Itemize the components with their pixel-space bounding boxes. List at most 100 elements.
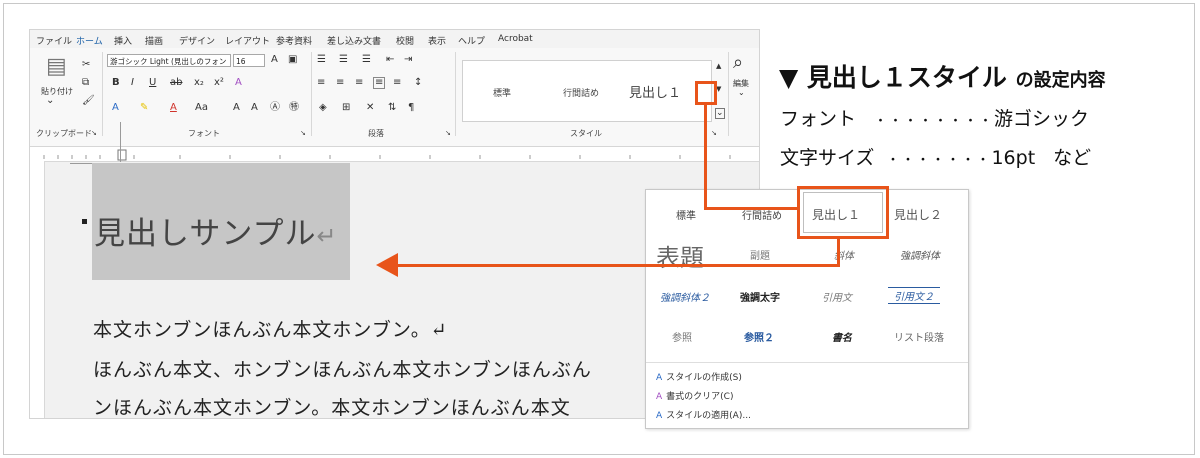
shrink-font-size-icon[interactable]: A xyxy=(251,103,258,113)
shading-icon[interactable]: ◈ xyxy=(319,103,327,113)
arrowhead-icon xyxy=(376,253,398,277)
highlighter-icon[interactable]: ✎ xyxy=(140,103,148,113)
increase-indent-icon[interactable]: ⇥ xyxy=(404,55,412,65)
tab-mailings[interactable]: 差し込み文書 xyxy=(327,34,381,47)
divider xyxy=(102,52,103,136)
style-heading2[interactable]: 見出し２ xyxy=(894,206,942,223)
font-value: 游ゴシック xyxy=(994,108,1090,130)
enclose-char-icon[interactable]: ㊕ xyxy=(289,103,299,113)
style-normal[interactable]: 標準 xyxy=(676,207,696,222)
tab-help[interactable]: ヘルプ xyxy=(458,34,485,47)
paste-icon[interactable]: ▤ xyxy=(46,56,67,78)
create-style-command[interactable]: A スタイルの作成(S) xyxy=(656,370,742,383)
chevron-down-icon[interactable]: ⌄ xyxy=(46,96,54,106)
style-intense-emphasis[interactable]: 強調斜体 xyxy=(900,247,940,262)
tab-review[interactable]: 校閲 xyxy=(396,34,414,47)
search-icon[interactable]: ⌕ xyxy=(733,54,743,72)
gallery-more-highlight xyxy=(695,81,717,105)
heading-sample[interactable]: 見出しサンプル↵ xyxy=(94,208,338,253)
align-left-icon[interactable]: ≡ xyxy=(317,78,325,88)
clear-format-icon[interactable]: ▣ xyxy=(288,55,297,65)
vertical-ruler[interactable] xyxy=(30,161,45,418)
show-marks-icon[interactable]: ¶ xyxy=(408,103,414,113)
copy-icon[interactable]: ⧉ xyxy=(82,78,89,88)
ruler-ticks xyxy=(43,149,731,161)
dialog-launcher-icon[interactable]: ↘ xyxy=(300,128,306,138)
pilcrow-mark: ↵ xyxy=(316,222,338,250)
style-book-title[interactable]: 書名 xyxy=(832,329,852,344)
style-strong[interactable]: 強調太字 xyxy=(740,289,780,304)
body-line: ほんぶん本文、ホンブンほんぶん本文ホンブンほんぶん xyxy=(93,359,592,381)
borders-icon[interactable]: ⊞ xyxy=(342,103,350,113)
style-heading1[interactable]: 見出し１ xyxy=(629,82,681,101)
superscript-icon[interactable]: x² xyxy=(214,78,224,88)
numbering-icon[interactable]: ☰ xyxy=(339,55,348,65)
dialog-launcher-icon[interactable]: ↘ xyxy=(711,128,717,138)
tab-insert[interactable]: 挿入 xyxy=(114,34,132,47)
cut-icon[interactable]: ✂ xyxy=(82,60,90,70)
font-color-icon[interactable]: A xyxy=(170,103,177,113)
dialog-launcher-icon[interactable]: ↘ xyxy=(445,128,451,138)
format-painter-icon[interactable]: 🖌 xyxy=(82,96,95,106)
tab-draw[interactable]: 描画 xyxy=(145,34,163,47)
crop-mark xyxy=(120,122,121,162)
chevron-down-icon[interactable]: ⌄ xyxy=(738,88,745,98)
asian-layout-icon[interactable]: ✕ xyxy=(366,103,374,113)
style-no-spacing[interactable]: 行間詰め xyxy=(563,86,599,99)
tab-layout[interactable]: レイアウト xyxy=(225,34,270,47)
font-name-select[interactable]: 游ゴシック Light (見出しのフォン xyxy=(107,54,231,67)
style-quote[interactable]: 引用文 xyxy=(822,289,852,304)
heading-bullet-mark xyxy=(82,219,87,224)
style-intense-quote[interactable]: 引用文２ xyxy=(888,287,940,304)
text-effects-icon[interactable]: A xyxy=(235,78,242,88)
text-effect-icon[interactable]: A xyxy=(112,103,119,113)
strikethrough-icon[interactable]: ab xyxy=(170,78,182,88)
align-right-icon[interactable]: ≡ xyxy=(355,78,363,88)
style-list-paragraph[interactable]: リスト段落 xyxy=(894,329,944,344)
tab-design[interactable]: デザイン xyxy=(179,34,215,47)
size-label: 文字サイズ xyxy=(780,147,875,169)
tab-file[interactable]: ファイル xyxy=(36,34,72,47)
italic-icon[interactable]: I xyxy=(131,78,134,88)
subscript-icon[interactable]: x₂ xyxy=(194,78,204,88)
grow-font-icon[interactable]: A xyxy=(271,55,278,65)
clear-formatting-icon: A xyxy=(656,392,663,402)
style-subtitle[interactable]: 副題 xyxy=(750,247,770,262)
bullets-icon[interactable]: ☰ xyxy=(317,55,326,65)
align-center-icon[interactable]: ≡ xyxy=(336,78,344,88)
body-line: 本文ホンブンほんぶん本文ホンブン。↵ xyxy=(93,319,448,341)
horizontal-ruler[interactable] xyxy=(30,147,759,162)
clear-formatting-command[interactable]: A 書式のクリア(C) xyxy=(656,389,733,402)
grow-font-size-icon[interactable]: A xyxy=(233,103,240,113)
tab-acrobat[interactable]: Acrobat xyxy=(498,34,533,44)
distributed-icon[interactable]: ≡ xyxy=(393,78,401,88)
callout-connector xyxy=(704,105,707,210)
scroll-up-icon[interactable]: ▲ xyxy=(716,61,721,71)
justify-icon[interactable]: ≡ xyxy=(373,77,386,89)
phonetic-guide-icon[interactable]: Ⓐ xyxy=(270,103,280,113)
sort-icon[interactable]: ⇅ xyxy=(388,103,396,113)
decrease-indent-icon[interactable]: ⇤ xyxy=(386,55,394,65)
apply-styles-command[interactable]: A スタイルの適用(A)... xyxy=(656,408,751,421)
tab-view[interactable]: 表示 xyxy=(428,34,446,47)
style-intense-emphasis2[interactable]: 強調斜体２ xyxy=(660,289,710,304)
tab-references[interactable]: 参考資料 xyxy=(276,34,312,47)
ribbon: ▤ 貼り付け ⌄ ✂ ⧉ 🖌 クリップボード ↘ 游ゴシック Light (見出… xyxy=(30,48,759,147)
change-case-icon[interactable]: Aa xyxy=(195,103,208,113)
style-reference[interactable]: 参照 xyxy=(672,329,692,344)
gallery-more-button[interactable]: ⌄ xyxy=(715,108,725,119)
clipboard-group-label: クリップボード xyxy=(36,129,92,138)
menu-bar: ファイル ホーム 挿入 描画 デザイン レイアウト 参考資料 差し込み文書 校閲… xyxy=(30,30,759,50)
info-title-main: ▼ 見出し１スタイル xyxy=(779,63,1007,92)
underline-icon[interactable]: U xyxy=(149,78,156,88)
font-size-select[interactable]: 16 xyxy=(233,54,265,67)
dialog-launcher-icon[interactable]: ↘ xyxy=(91,128,97,138)
style-intense-reference[interactable]: 参照２ xyxy=(744,329,774,344)
line-spacing-icon[interactable]: ↕ xyxy=(414,78,422,88)
bold-icon[interactable]: B xyxy=(112,78,120,88)
style-normal[interactable]: 標準 xyxy=(493,86,511,99)
styles-group-label: スタイル xyxy=(570,129,602,138)
style-title[interactable]: 表題 xyxy=(656,238,704,273)
multilevel-list-icon[interactable]: ☰ xyxy=(362,55,371,65)
apply-styles-label: スタイルの適用(A)... xyxy=(666,411,751,421)
